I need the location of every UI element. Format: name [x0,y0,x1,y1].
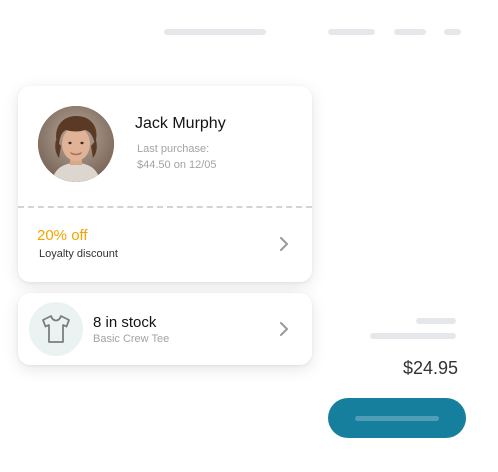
product-stock-card[interactable]: 8 in stock Basic Crew Tee [18,293,312,365]
header-nav-placeholder-2 [394,29,426,35]
last-purchase-label: Last purchase: [137,143,210,155]
total-price: $24.95 [402,358,458,378]
last-purchase-detail: $44.50 on 12/05 [137,159,217,171]
summary-detail-placeholder [370,333,456,339]
customer-name: Jack Murphy [135,115,226,132]
chevron-right-icon [280,322,288,336]
discount-title: 20% off [37,227,88,244]
summary-label-placeholder [416,318,456,324]
dashed-divider [18,206,312,208]
customer-card: Jack Murphy Last purchase: $44.50 on 12/… [18,86,312,282]
stock-title: 8 in stock [93,314,157,331]
customer-portrait-icon [38,106,114,182]
discount-subtitle: Loyalty discount [39,248,118,260]
product-name: Basic Crew Tee [93,333,170,345]
loyalty-discount-row[interactable]: 20% off Loyalty discount [18,210,312,282]
button-label-placeholder [355,416,439,421]
primary-action-button[interactable] [328,398,466,438]
last-purchase: Last purchase: $44.50 on 12/05 [137,141,217,173]
chevron-right-icon [280,237,288,251]
customer-avatar [38,106,114,182]
header-nav-placeholder-1 [328,29,375,35]
header-nav-placeholder-3 [444,29,461,35]
product-icon-container [29,302,83,356]
t-shirt-icon [42,315,70,343]
header-title-placeholder [164,29,266,35]
